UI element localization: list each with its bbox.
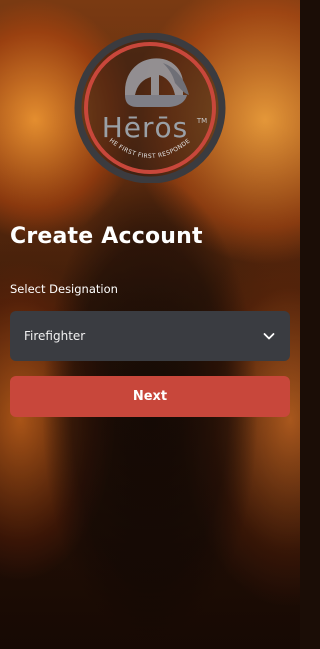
designation-select[interactable]: Firefighter — [10, 311, 290, 361]
designation-label: Select Designation — [10, 282, 118, 296]
page-title: Create Account — [10, 224, 203, 249]
logo-trademark: TM — [196, 117, 207, 125]
designation-selected-value: Firefighter — [24, 329, 86, 343]
logo-brand-text: Hērōs — [102, 111, 189, 144]
chevron-down-icon — [263, 333, 275, 340]
app-logo: Hērōs TM THE FIRST FIRST RESPONDER — [67, 33, 233, 183]
next-button[interactable]: Next — [10, 376, 290, 417]
